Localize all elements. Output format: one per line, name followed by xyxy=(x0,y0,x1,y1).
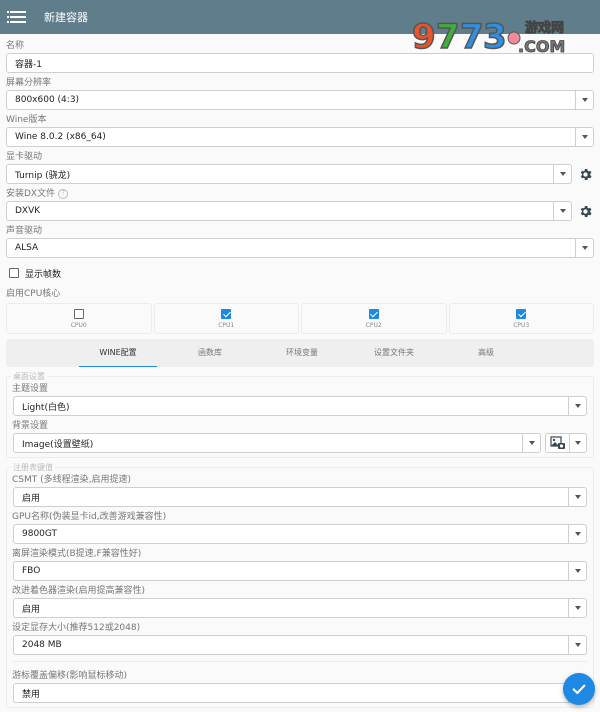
checkbox-checked-icon[interactable] xyxy=(516,308,527,319)
csmt-value: 启用 xyxy=(22,493,41,504)
gpu-driver-value: Turnip (骁龙) xyxy=(15,170,71,181)
name-input[interactable]: 容器-1 xyxy=(6,53,594,73)
dx-wrapper-label-text: 安装DX文件 xyxy=(6,189,56,199)
tab-libraries[interactable]: 函数库 xyxy=(164,339,256,367)
show-fps-label: 显示帧数 xyxy=(25,269,62,280)
chevron-down-icon[interactable] xyxy=(568,525,586,543)
cpu-cores-label: 启用CPU核心 xyxy=(6,289,61,299)
checkbox-icon[interactable] xyxy=(73,308,84,319)
wine-version-label: Wine版本 xyxy=(6,115,47,125)
chevron-down-icon[interactable] xyxy=(575,128,593,146)
settings-tabs: WINE配置 函数库 环境变量 设置文件夹 高级 xyxy=(6,339,594,367)
background-value: Image(设置壁纸) xyxy=(22,439,94,450)
checkmark-icon xyxy=(572,684,586,695)
show-fps-checkbox[interactable]: 显示帧数 xyxy=(0,266,600,280)
gpu-name-label: GPU名称(伪装显卡id,改善游戏兼容性) xyxy=(12,512,167,522)
dx-wrapper-value: DXVK xyxy=(15,206,41,216)
dx-wrapper-label: 安装DX文件? xyxy=(0,188,600,201)
page-title: 新建容器 xyxy=(44,11,88,24)
gpu-name-value: 9800GT xyxy=(22,529,58,539)
vram-select[interactable]: 2048 MB xyxy=(13,635,587,655)
resolution-label: 屏幕分辨率 xyxy=(6,78,52,88)
resolution-select[interactable]: 800x600 (4:3) xyxy=(6,90,594,110)
csmt-label: CSMT (多线程渲染,启用提速) xyxy=(12,475,132,485)
registry-settings-group: 注册表键值 CSMT (多线程渲染,启用提速) 启用 GPU名称(伪装显卡id,… xyxy=(6,462,594,708)
chevron-down-icon[interactable] xyxy=(568,562,586,580)
chevron-down-icon[interactable] xyxy=(522,434,540,452)
cpu-core-name: CPU3 xyxy=(513,321,530,329)
chevron-down-icon[interactable] xyxy=(553,202,571,220)
desktop-settings-group: 桌面设置 主题设置 Light(白色) 背景设置 Image(设置壁纸) xyxy=(6,371,594,458)
registry-legend: 注册表键值 xyxy=(11,462,55,473)
gpu-driver-label: 显卡驱动 xyxy=(6,152,43,162)
glsl-label: 改进着色器渲染(启用提高兼容性) xyxy=(12,586,146,596)
cpu-core-toggle[interactable]: CPU2 xyxy=(301,303,447,334)
help-icon[interactable]: ? xyxy=(58,188,69,199)
checkbox-icon[interactable] xyxy=(9,268,19,278)
hamburger-menu-icon[interactable] xyxy=(7,0,36,34)
wallpaper-picker-button[interactable] xyxy=(545,433,587,453)
desktop-settings-legend: 桌面设置 xyxy=(11,371,47,382)
cursor-warp-select[interactable]: 禁用 xyxy=(13,683,587,703)
background-select[interactable]: Image(设置壁纸) xyxy=(13,433,541,453)
wine-version-select[interactable]: Wine 8.0.2 (x86_64) xyxy=(6,127,594,147)
cursor-warp-value: 禁用 xyxy=(22,689,41,700)
theme-select[interactable]: Light(白色) xyxy=(13,396,587,416)
name-value: 容器-1 xyxy=(15,59,42,70)
audio-driver-value: ALSA xyxy=(15,243,39,253)
confirm-fab-button[interactable] xyxy=(563,673,595,705)
chevron-down-icon[interactable] xyxy=(575,239,593,257)
form-content: 名称 容器-1 屏幕分辨率 800x600 (4:3) Wine版本 Wine … xyxy=(0,34,600,708)
chevron-down-icon[interactable] xyxy=(568,599,586,617)
offscreen-mode-value: FBO xyxy=(22,566,41,576)
cpu-core-toggle[interactable]: CPU1 xyxy=(153,303,299,334)
app-bar: 新建容器 xyxy=(0,0,600,34)
divider xyxy=(13,661,587,662)
audio-driver-select[interactable]: ALSA xyxy=(6,238,594,258)
audio-driver-label: 声音驱动 xyxy=(6,226,43,236)
glsl-value: 启用 xyxy=(22,604,41,615)
chevron-down-icon[interactable] xyxy=(553,165,571,183)
chevron-down-icon[interactable] xyxy=(568,397,586,415)
gear-icon[interactable] xyxy=(576,202,594,220)
vram-label: 设定显存大小(推荐512或2048) xyxy=(12,623,141,633)
offscreen-mode-select[interactable]: FBO xyxy=(13,561,587,581)
cursor-warp-label: 游标覆盖偏移(影响鼠标移动) xyxy=(12,671,128,681)
glsl-select[interactable]: 启用 xyxy=(13,598,587,618)
cpu-core-grid: CPU0 CPU1 CPU2 CPU3 xyxy=(0,303,600,334)
vram-value: 2048 MB xyxy=(22,640,62,650)
cpu-core-name: CPU1 xyxy=(218,321,235,329)
image-picker-icon xyxy=(546,434,570,452)
checkbox-checked-icon[interactable] xyxy=(221,308,232,319)
cpu-core-toggle[interactable]: CPU3 xyxy=(448,303,594,334)
cpu-core-name: CPU0 xyxy=(70,321,87,329)
background-label: 背景设置 xyxy=(12,421,49,431)
chevron-down-icon[interactable] xyxy=(568,488,586,506)
gear-icon[interactable] xyxy=(576,165,594,183)
gpu-name-select[interactable]: 9800GT xyxy=(13,524,587,544)
chevron-down-icon[interactable] xyxy=(568,636,586,654)
offscreen-mode-label: 离屏渲染模式(B提速,F兼容性好) xyxy=(12,549,142,559)
csmt-select[interactable]: 启用 xyxy=(13,487,587,507)
cpu-core-toggle[interactable]: CPU0 xyxy=(6,303,152,334)
dx-wrapper-select[interactable]: DXVK xyxy=(6,201,572,221)
chevron-down-icon[interactable] xyxy=(570,441,586,445)
gpu-driver-select[interactable]: Turnip (骁龙) xyxy=(6,164,572,184)
cpu-core-name: CPU2 xyxy=(365,321,382,329)
wine-version-value: Wine 8.0.2 (x86_64) xyxy=(15,132,106,142)
name-label: 名称 xyxy=(6,41,25,51)
checkbox-checked-icon[interactable] xyxy=(368,308,379,319)
theme-label: 主题设置 xyxy=(12,384,49,394)
theme-value: Light(白色) xyxy=(22,402,70,413)
tab-environment[interactable]: 环境变量 xyxy=(256,339,348,367)
tab-folders[interactable]: 设置文件夹 xyxy=(348,339,440,367)
chevron-down-icon[interactable] xyxy=(575,91,593,109)
tab-wine-config[interactable]: WINE配置 xyxy=(72,339,164,367)
tab-advanced[interactable]: 高级 xyxy=(440,339,532,367)
resolution-value: 800x600 (4:3) xyxy=(15,95,80,105)
